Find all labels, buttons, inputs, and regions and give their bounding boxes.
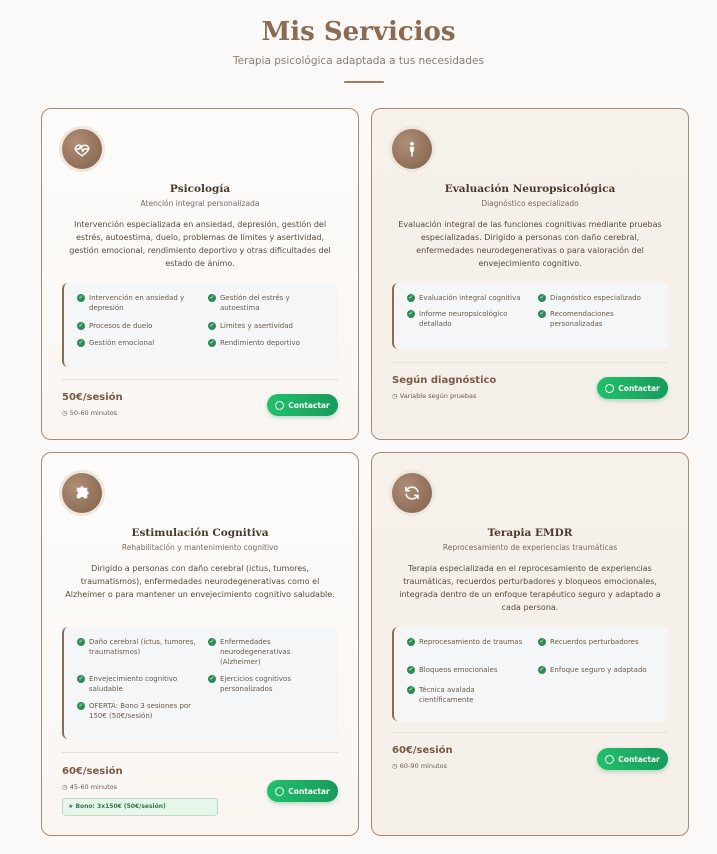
check-icon: ✓ <box>538 310 546 318</box>
check-icon: ✓ <box>208 322 216 330</box>
duration: ◷ Variable según pruebas <box>392 392 477 400</box>
duration: ◷ 45-60 minutos <box>62 783 117 791</box>
card-subtitle: Reprocesamiento de experiencias traumáti… <box>442 543 618 552</box>
price: Según diagnóstico <box>392 375 497 386</box>
check-icon: ✓ <box>208 294 216 302</box>
card-description: Evaluación integral de las funciones cog… <box>398 220 662 268</box>
duration: ◷ 50-60 minutos <box>62 409 117 417</box>
check-icon: ✓ <box>407 310 415 318</box>
service-card-estimulacion: Estimulación Cognitiva Rehabilitación y … <box>41 452 359 836</box>
page-subtitle: Terapia psicológica adaptada a tus neces… <box>233 55 484 67</box>
feature-item: ✓ Procesos de duelo <box>77 322 153 330</box>
feature-item: ✓ Reprocesamiento de traumas <box>407 638 523 646</box>
check-icon: ✓ <box>77 638 85 646</box>
sync-icon <box>392 473 432 513</box>
contact-button[interactable]: Contactar <box>597 377 668 399</box>
whatsapp-icon <box>605 383 615 393</box>
whatsapp-icon <box>275 786 285 796</box>
check-icon: ✓ <box>77 322 85 330</box>
service-card-emdr: Terapia EMDR Reprocesamiento de experien… <box>371 452 689 836</box>
card-description: Terapia especializada en el reprocesamie… <box>399 564 661 612</box>
bono-badge: ★ Bono: 3x150€ (50€/sesión) <box>62 798 218 816</box>
card-subtitle: Atención integral personalizada <box>140 199 260 208</box>
feature-item: ✓ Ejercicios cognitivos personalizados <box>208 675 291 693</box>
card-description: Intervención especializada en ansiedad, … <box>69 220 331 268</box>
feature-list: ✓ Reprocesamiento de traumas ✓ Recuerdos p… <box>392 627 668 721</box>
card-separator <box>392 362 668 363</box>
card-title: Terapia EMDR <box>487 527 573 539</box>
contact-button[interactable]: Contactar <box>267 394 338 416</box>
feature-item: ✓ Enfoque seguro y adaptado <box>538 666 647 674</box>
card-separator <box>392 732 668 733</box>
feature-item: ✓ Enfermedades neurodegenerativas (Alzhei… <box>208 638 291 666</box>
feature-item: ✓ Rendimiento deportivo <box>208 339 300 347</box>
card-subtitle: Rehabilitación y mantenimiento cognitivo <box>121 543 279 552</box>
card-title: Evaluación Neuropsicológica <box>444 183 616 195</box>
check-icon: ✓ <box>77 702 85 710</box>
feature-item: ✓ Informe neuropsicológico detallado <box>407 310 508 328</box>
service-card-neuropsicologica: Evaluación Neuropsicológica Diagnóstico … <box>371 108 689 440</box>
feature-item: ✓ Técnica avalada científicamente <box>407 686 475 704</box>
feature-item: ✓ Gestión emocional <box>77 339 155 347</box>
feature-item: ✓ Gestión del estrés y autoestima <box>208 294 290 312</box>
title-divider <box>344 81 384 83</box>
contact-button[interactable]: Contactar <box>267 780 338 802</box>
feature-item: ✓ Daño cerebral (ictus, tumores, traumati… <box>77 638 196 656</box>
page-title: Mis Servicios <box>261 17 456 47</box>
puzzle-icon <box>62 473 102 513</box>
contact-button[interactable]: Contactar <box>597 748 668 770</box>
card-description: Dirigido a personas con daño cerebral (i… <box>65 564 335 599</box>
check-icon: ✓ <box>538 666 546 674</box>
check-icon: ✓ <box>77 675 85 683</box>
feature-item: ✓ Diagnóstico especializado <box>538 294 641 302</box>
feature-item: ✓ Límites y asertividad <box>208 322 293 330</box>
feature-list: ✓ Intervención en ansiedad y depresión ✓ G… <box>62 283 338 367</box>
price: 50€/sesión <box>62 392 123 403</box>
card-separator <box>62 379 338 380</box>
feature-item: ✓ Envejecimiento cognitivo saludable <box>77 675 178 693</box>
feature-item: ✓ Recuerdos perturbadores <box>538 638 639 646</box>
check-icon: ✓ <box>407 294 415 302</box>
check-icon: ✓ <box>538 638 546 646</box>
service-card-psicologia: Psicología Atención integral personaliza… <box>41 108 359 440</box>
check-icon: ✓ <box>208 339 216 347</box>
check-icon: ✓ <box>407 666 415 674</box>
check-icon: ✓ <box>77 294 85 302</box>
feature-item: ✓ Intervención en ansiedad y depresión <box>77 294 185 312</box>
feature-item: ✓ Recomendaciones personalizadas <box>538 310 614 328</box>
card-separator <box>62 752 338 753</box>
check-icon: ✓ <box>407 638 415 646</box>
price: 60€/sesión <box>392 745 453 756</box>
card-title: Psicología <box>169 183 231 195</box>
check-icon: ✓ <box>407 686 415 694</box>
feature-list: ✓ Evaluación integral cognitiva ✓ Diagnóst… <box>392 283 668 349</box>
heart-pulse-icon <box>62 129 102 169</box>
whatsapp-icon <box>605 754 615 764</box>
feature-item: ✓ Bloqueos emocionales <box>407 666 498 674</box>
person-icon <box>392 129 432 169</box>
check-icon: ✓ <box>538 294 546 302</box>
card-subtitle: Diagnóstico especializado <box>481 199 579 208</box>
price: 60€/sesión <box>62 766 123 777</box>
card-title: Estimulación Cognitiva <box>131 527 269 539</box>
check-icon: ✓ <box>208 675 216 683</box>
feature-item: ✓ OFERTA: Bono 3 sesiones por 150€ (50€/s… <box>77 702 192 720</box>
feature-list: ✓ Daño cerebral (ictus, tumores, traumati… <box>62 627 338 739</box>
check-icon: ✓ <box>77 339 85 347</box>
feature-item: ✓ Evaluación integral cognitiva <box>407 294 521 302</box>
duration: ◷ 60-90 minutos <box>392 762 447 770</box>
check-icon: ✓ <box>208 638 216 646</box>
whatsapp-icon <box>275 400 285 410</box>
